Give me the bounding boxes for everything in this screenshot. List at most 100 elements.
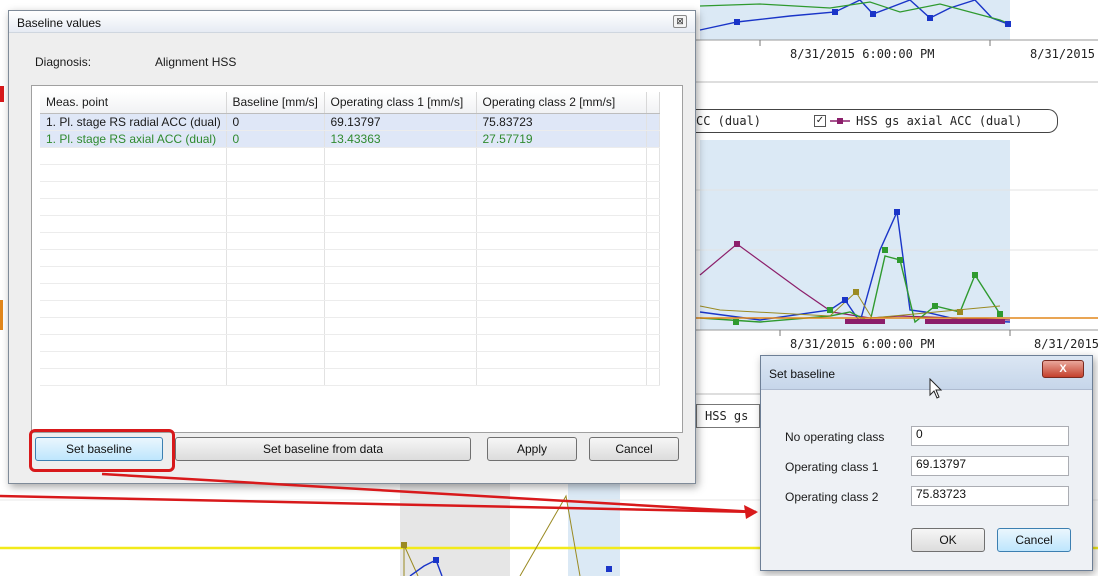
column-header-meas-point[interactable]: Meas. point xyxy=(40,92,227,114)
table-row-empty xyxy=(40,164,660,182)
table-row-empty xyxy=(40,334,660,352)
diagnosis-value: Alignment HSS xyxy=(155,55,237,69)
highlight-box-annotation xyxy=(29,429,175,472)
cell-empty xyxy=(476,317,647,335)
column-header-spacer xyxy=(646,92,660,114)
close-icon[interactable]: X xyxy=(1042,360,1084,378)
cell-empty xyxy=(476,181,647,199)
table-row-empty xyxy=(40,317,660,335)
column-header-class2[interactable]: Operating class 2 [mm/s] xyxy=(476,92,647,114)
cell-empty xyxy=(324,249,477,267)
cell-baseline: 0 xyxy=(226,130,325,148)
cell-empty xyxy=(324,283,477,301)
cell-empty xyxy=(226,351,325,369)
left-edge-marker xyxy=(0,300,3,330)
ok-button[interactable]: OK xyxy=(911,528,985,552)
table-row-empty xyxy=(40,232,660,250)
cell-empty xyxy=(40,164,227,182)
cell-empty xyxy=(646,249,660,267)
diagnosis-label: Diagnosis: xyxy=(35,55,92,69)
cell-empty xyxy=(324,232,477,250)
table-row-empty xyxy=(40,215,660,233)
cell-empty xyxy=(226,249,325,267)
cell-empty xyxy=(646,198,660,216)
cell-empty xyxy=(476,368,647,386)
cell-empty xyxy=(646,283,660,301)
legend-checkbox[interactable]: ✓ xyxy=(814,115,826,127)
dialog-title: Baseline values xyxy=(17,16,102,30)
operating-class-2-label: Operating class 2 xyxy=(785,490,879,504)
table-row-empty xyxy=(40,147,660,165)
cell-empty xyxy=(226,181,325,199)
cell-empty xyxy=(476,283,647,301)
legend-series-swatch-icon xyxy=(830,118,850,124)
axis-label-time-top: 8/31/2015 6:00:00 PM xyxy=(790,47,935,61)
cell-empty xyxy=(646,266,660,284)
cell-empty xyxy=(40,215,227,233)
apply-button[interactable]: Apply xyxy=(487,437,577,461)
shaded-band-top xyxy=(700,0,1010,40)
legend-item-partial: CC (dual) xyxy=(696,114,762,128)
cell-empty xyxy=(40,198,227,216)
cell-empty xyxy=(324,334,477,352)
cell-empty xyxy=(476,334,647,352)
baseline-values-dialog: Baseline values ⊠ Diagnosis: Alignment H… xyxy=(8,10,696,484)
no-operating-class-field[interactable]: 0 xyxy=(911,426,1069,446)
dialog-titlebar[interactable]: Set baseline X xyxy=(761,356,1092,390)
axis-label-time-middle-right: 8/31/2015 xyxy=(1034,337,1098,351)
cell-class2: 27.57719 xyxy=(476,130,647,148)
cell-empty xyxy=(40,147,227,165)
cell-empty xyxy=(40,300,227,318)
table-row-empty xyxy=(40,198,660,216)
cell-empty xyxy=(324,198,477,216)
cell-empty xyxy=(646,164,660,182)
cell-baseline: 0 xyxy=(226,113,325,131)
table-row-empty xyxy=(40,266,660,284)
table-row[interactable]: 1. Pl. stage RS radial ACC (dual) 0 69.1… xyxy=(40,113,660,131)
table-header-row: Meas. point Baseline [mm/s] Operating cl… xyxy=(40,92,660,114)
shaded-band-middle xyxy=(700,140,1010,330)
close-icon[interactable]: ⊠ xyxy=(673,15,687,28)
cell-empty xyxy=(476,300,647,318)
cell-spacer xyxy=(646,130,660,148)
cell-empty xyxy=(226,198,325,216)
table-row-empty xyxy=(40,368,660,386)
cell-empty xyxy=(646,351,660,369)
axis-label-time-top-right: 8/31/2015 xyxy=(1030,47,1096,61)
cell-empty xyxy=(226,317,325,335)
operating-class-2-field[interactable]: 75.83723 xyxy=(911,486,1069,506)
legend-item-label: HSS gs axial ACC (dual) xyxy=(856,114,1023,128)
cell-empty xyxy=(476,147,647,165)
cell-empty xyxy=(324,181,477,199)
cell-empty xyxy=(646,215,660,233)
cell-empty xyxy=(226,368,325,386)
baseline-table-panel: Meas. point Baseline [mm/s] Operating cl… xyxy=(31,85,683,433)
set-baseline-from-data-button[interactable]: Set baseline from data xyxy=(175,437,471,461)
cell-empty xyxy=(324,351,477,369)
cell-empty xyxy=(646,334,660,352)
cell-empty xyxy=(226,334,325,352)
column-header-baseline[interactable]: Baseline [mm/s] xyxy=(226,92,325,114)
cell-empty xyxy=(324,147,477,165)
baseline-table: Meas. point Baseline [mm/s] Operating cl… xyxy=(40,92,660,386)
cell-empty xyxy=(226,283,325,301)
cell-empty xyxy=(324,300,477,318)
dialog-titlebar[interactable]: Baseline values ⊠ xyxy=(9,11,695,33)
cell-empty xyxy=(226,164,325,182)
column-header-class1[interactable]: Operating class 1 [mm/s] xyxy=(324,92,477,114)
cancel-button[interactable]: Cancel xyxy=(997,528,1071,552)
cell-empty xyxy=(40,249,227,267)
cell-meas-point: 1. Pl. stage RS radial ACC (dual) xyxy=(40,113,227,131)
cell-empty xyxy=(324,317,477,335)
cancel-button[interactable]: Cancel xyxy=(589,437,679,461)
cell-empty xyxy=(40,351,227,369)
cell-empty xyxy=(646,300,660,318)
cell-empty xyxy=(40,317,227,335)
cell-empty xyxy=(226,215,325,233)
table-row[interactable]: 1. Pl. stage RS axial ACC (dual) 0 13.43… xyxy=(40,130,660,148)
operating-class-1-field[interactable]: 69.13797 xyxy=(911,456,1069,476)
cell-spacer xyxy=(646,113,660,131)
cell-empty xyxy=(226,300,325,318)
cell-class2: 75.83723 xyxy=(476,113,647,131)
dialog-title: Set baseline xyxy=(769,367,836,381)
